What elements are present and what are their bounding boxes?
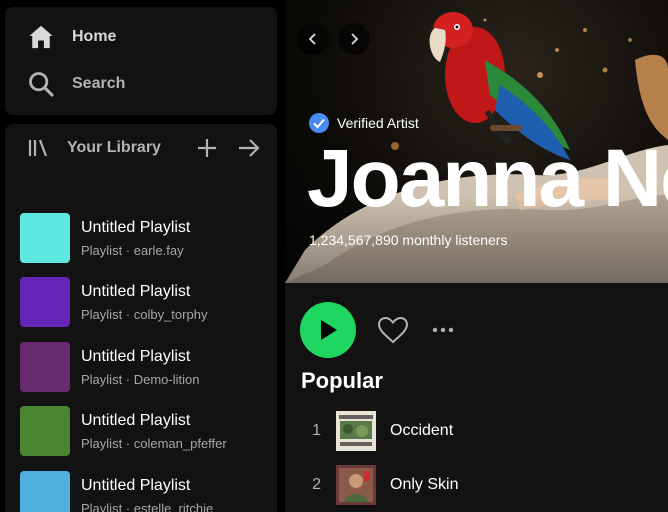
track-number: 2	[312, 476, 321, 493]
monthly-listeners: 1,234,567,890 monthly listeners	[309, 232, 508, 248]
playlist-meta: Playlist · earle.fay	[81, 242, 184, 258]
track-title: Only Skin	[390, 476, 459, 493]
library-title[interactable]: Your Library	[67, 139, 161, 157]
artist-banner: Verified Artist Joanna Newsom 1,234,567,…	[285, 0, 668, 283]
library-actions	[195, 136, 261, 160]
playlist-cover	[20, 213, 70, 263]
track-cover	[336, 465, 376, 505]
track-number: 1	[312, 422, 321, 439]
forward-button[interactable]	[338, 23, 370, 55]
track-title: Occident	[390, 422, 454, 439]
nav-search-label: Search	[72, 75, 126, 92]
playlist-cover	[20, 406, 70, 456]
follow-button[interactable]	[377, 315, 409, 345]
playlist-cover	[20, 471, 70, 512]
playlist-item[interactable]: Untitled Playlist Playlist · estelle_rit…	[20, 468, 270, 512]
play-icon	[321, 320, 337, 340]
playlist-cover	[20, 342, 70, 392]
popular-title: Popular	[301, 368, 383, 393]
verified-check-icon	[309, 113, 329, 133]
playlist-meta: Playlist · estelle_ritchie	[81, 500, 214, 512]
nav-search[interactable]: Search	[27, 70, 125, 98]
playlist-meta: Playlist · colby_torphy	[81, 306, 208, 322]
playlist-name: Untitled Playlist	[81, 218, 191, 236]
home-icon	[27, 23, 55, 51]
playlist-name: Untitled Playlist	[81, 411, 191, 429]
arrow-right-icon[interactable]	[237, 136, 261, 160]
playlist-item[interactable]: Untitled Playlist Playlist · earle.fay	[20, 210, 270, 266]
playlist-meta: Playlist · coleman_pfeffer	[81, 435, 227, 451]
playlist-name: Untitled Playlist	[81, 476, 191, 494]
nav-home-label: Home	[72, 28, 117, 45]
search-icon	[27, 70, 55, 98]
verified-label: Verified Artist	[337, 115, 419, 131]
track-row[interactable]: 1 Occident	[301, 411, 661, 451]
playlist-cover	[20, 277, 70, 327]
play-button[interactable]	[300, 302, 356, 358]
library-icon[interactable]	[27, 137, 49, 159]
playlist-item[interactable]: Untitled Playlist Playlist · coleman_pfe…	[20, 403, 270, 459]
playlist-item[interactable]: Untitled Playlist Playlist · Demo-lition	[20, 339, 270, 395]
library-header: Your Library	[27, 134, 261, 162]
playlist-name: Untitled Playlist	[81, 347, 191, 365]
track-row[interactable]: 2 Only Skin	[301, 465, 661, 505]
more-button[interactable]	[431, 320, 455, 340]
library-panel: Your Library Untitled Playlist Playlist …	[5, 124, 277, 512]
more-dots-icon	[432, 327, 454, 333]
playlist-item[interactable]: Untitled Playlist Playlist · colby_torph…	[20, 274, 270, 330]
verified-badge: Verified Artist	[308, 112, 419, 134]
nav-home[interactable]: Home	[27, 23, 116, 51]
plus-icon[interactable]	[195, 136, 219, 160]
playlist-name: Untitled Playlist	[81, 282, 191, 300]
main-view: Verified Artist Joanna Newsom 1,234,567,…	[285, 0, 668, 512]
heart-icon	[377, 316, 409, 344]
playlist-meta: Playlist · Demo-lition	[81, 371, 200, 387]
track-cover	[336, 411, 376, 451]
artist-name: Joanna Newsom	[307, 133, 668, 224]
chevron-right-icon	[351, 33, 359, 45]
nav-panel: Home Search	[5, 7, 277, 115]
chevron-left-icon	[308, 33, 316, 45]
back-button[interactable]	[297, 23, 329, 55]
